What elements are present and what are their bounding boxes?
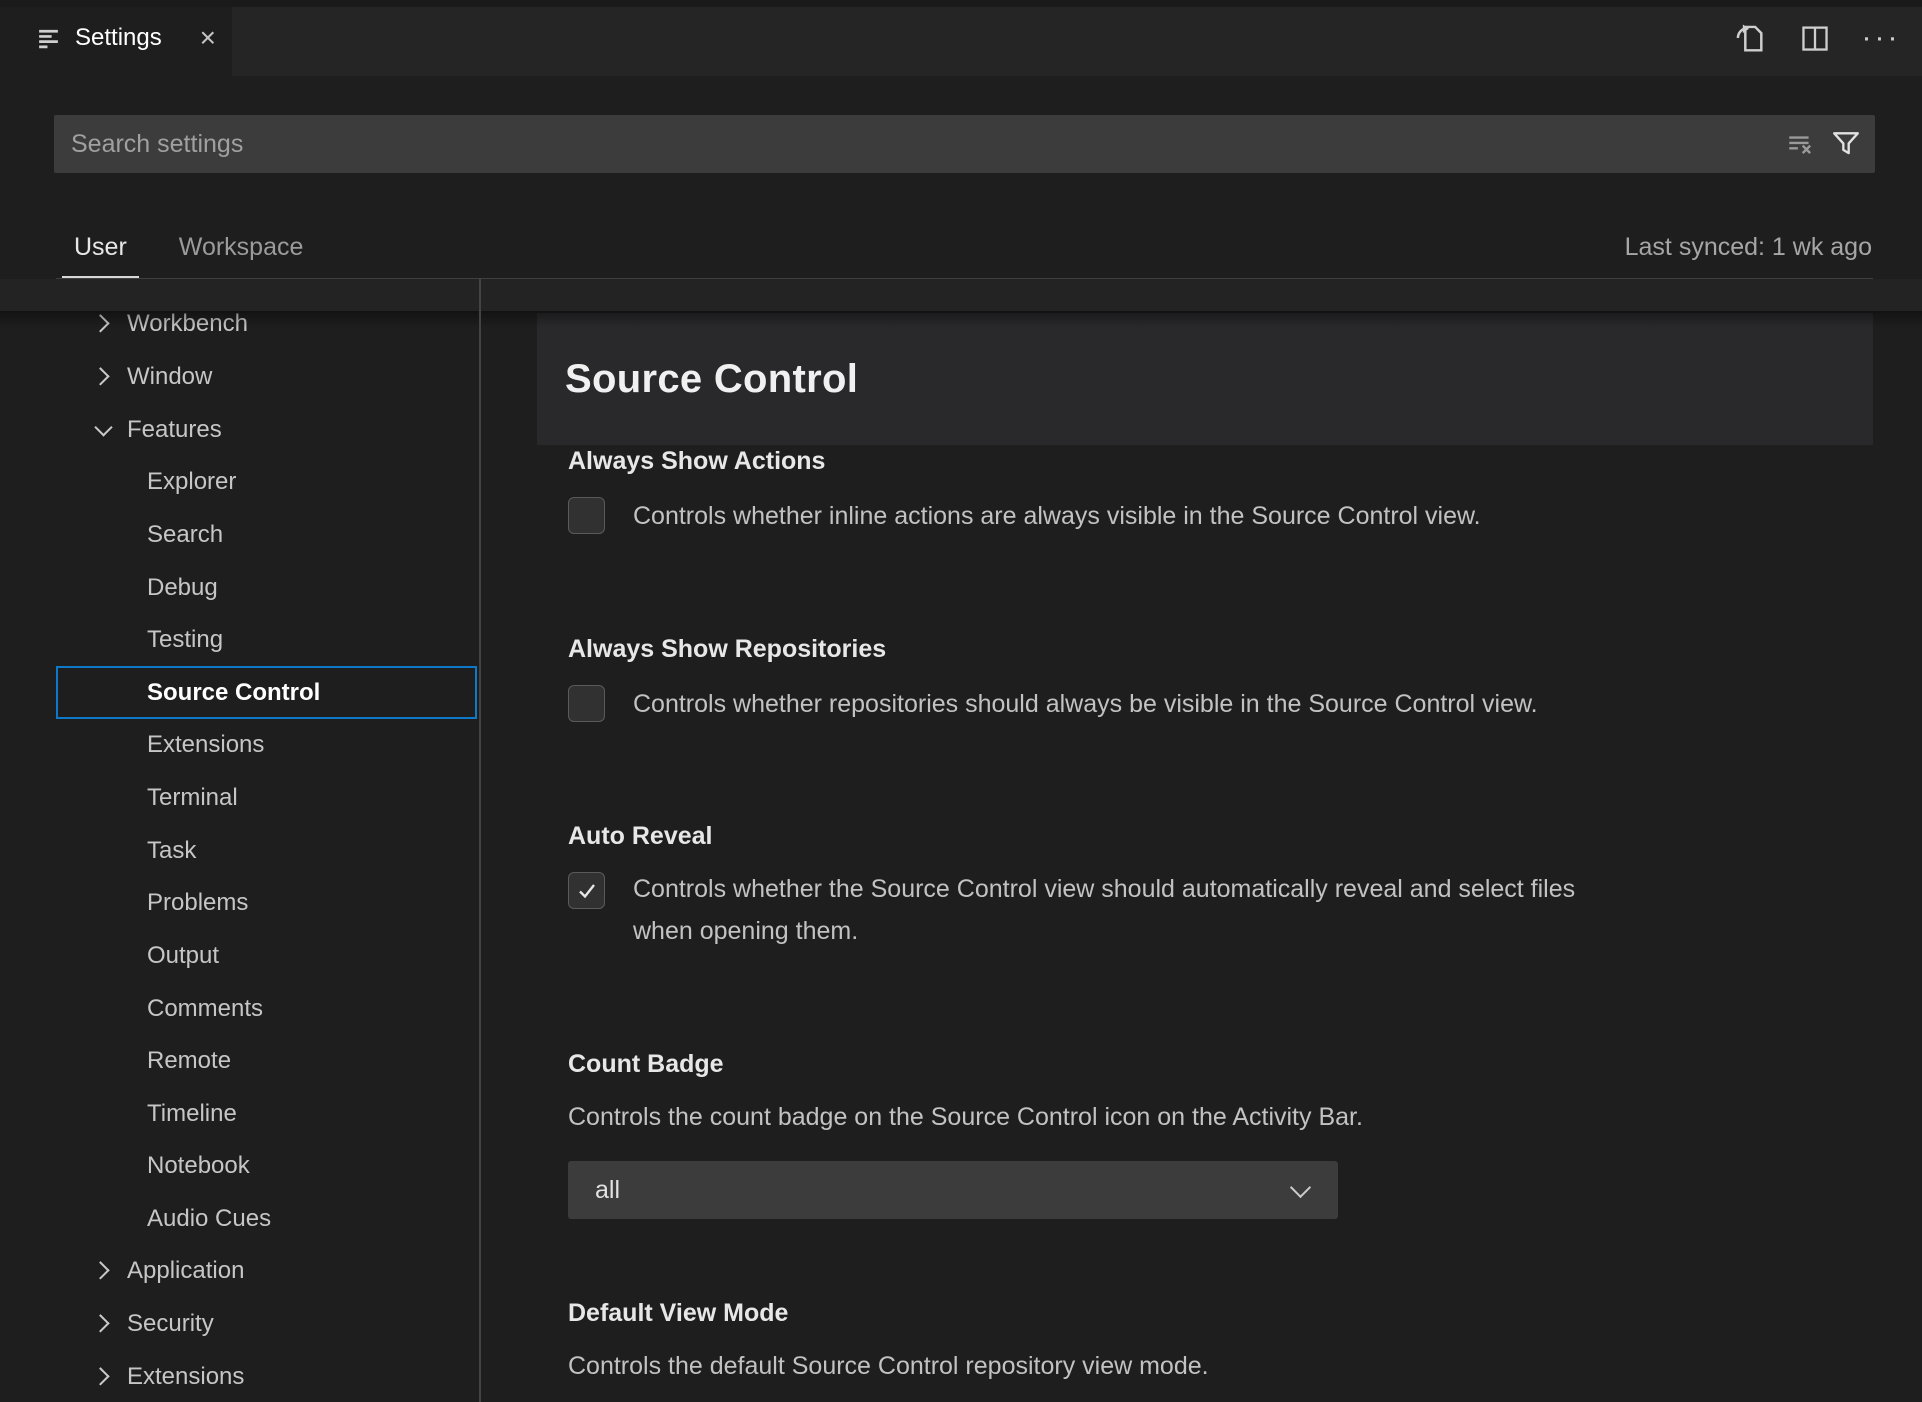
split-editor-icon — [1802, 26, 1828, 51]
sidebar-item-workbench[interactable]: Workbench — [0, 297, 479, 350]
settings-editor-window: Settings × ··· Search settings User Work… — [0, 0, 1922, 1402]
editor-tab-bar: Settings × ··· — [0, 0, 1922, 76]
setting-label-default-view-mode: Default View Mode — [568, 1299, 789, 1327]
sidebar-item-security[interactable]: Security — [0, 1297, 479, 1350]
sidebar-item-timeline[interactable]: Timeline — [0, 1087, 479, 1140]
sidebar-item-source-control[interactable]: Source Control — [56, 666, 477, 719]
checkbox-always-show-repositories[interactable] — [568, 685, 605, 722]
clear-search-filters-icon[interactable] — [1785, 129, 1815, 159]
close-icon[interactable]: × — [200, 24, 216, 52]
open-settings-json-button[interactable] — [1732, 21, 1766, 55]
section-title-band: Source Control — [537, 313, 1873, 445]
setting-desc-always-show-actions: Controls whether inline actions are alwa… — [633, 502, 1481, 530]
sidebar-item-terminal[interactable]: Terminal — [0, 771, 479, 824]
sidebar-item-notebook[interactable]: Notebook — [0, 1139, 479, 1192]
setting-label-auto-reveal: Auto Reveal — [568, 822, 713, 850]
chevron-right-icon[interactable] — [91, 1366, 110, 1386]
ellipsis-icon: ··· — [1861, 21, 1901, 54]
settings-list: Source Control Always Show Actions Contr… — [481, 279, 1922, 1402]
search-actions — [1785, 115, 1861, 173]
sidebar-item-search[interactable]: Search — [0, 508, 479, 561]
sidebar-item-task[interactable]: Task — [0, 824, 479, 877]
setting-desc-count-badge: Controls the count badge on the Source C… — [568, 1103, 1363, 1131]
settings-scope-tabs: User Workspace — [62, 217, 315, 278]
sidebar-item-debug[interactable]: Debug — [0, 561, 479, 614]
chevron-right-icon[interactable] — [91, 313, 110, 333]
chevron-right-icon[interactable] — [91, 1260, 110, 1280]
setting-desc-auto-reveal: Controls whether the Source Control view… — [633, 875, 1576, 945]
settings-list-icon — [39, 29, 58, 48]
sidebar-item-extensions[interactable]: Extensions — [0, 718, 479, 771]
settings-body: Workbench Window Features Explorer Searc… — [0, 279, 1922, 1402]
sidebar-item-testing[interactable]: Testing — [0, 613, 479, 666]
checkbox-auto-reveal[interactable] — [568, 872, 605, 909]
setting-label-always-show-actions: Always Show Actions — [568, 447, 826, 475]
sidebar-item-output[interactable]: Output — [0, 929, 479, 982]
split-editor-button[interactable] — [1798, 21, 1832, 55]
tab-title: Settings — [75, 24, 162, 51]
toc-resize-sash[interactable] — [479, 279, 481, 1402]
count-badge-selected-value: all — [595, 1175, 621, 1204]
sidebar-item-explorer[interactable]: Explorer — [0, 455, 479, 508]
setting-label-always-show-repositories: Always Show Repositories — [568, 635, 887, 663]
sidebar-item-remote[interactable]: Remote — [0, 1034, 479, 1087]
check-icon — [578, 883, 595, 898]
last-synced-label: Last synced: 1 wk ago — [1624, 233, 1872, 261]
window-top-edge — [0, 0, 1922, 7]
search-input[interactable] — [54, 115, 1875, 173]
setting-desc-always-show-repositories: Controls whether repositories should alw… — [633, 690, 1538, 718]
sidebar-item-extensions-root[interactable]: Extensions — [0, 1350, 479, 1402]
settings-tab[interactable]: Settings × — [0, 0, 232, 76]
settings-toc: Workbench Window Features Explorer Searc… — [0, 279, 479, 1402]
tab-user[interactable]: User — [62, 217, 139, 278]
page-title: Source Control — [565, 356, 859, 401]
setting-desc-default-view-mode: Controls the default Source Control repo… — [568, 1352, 1209, 1380]
sidebar-item-problems[interactable]: Problems — [0, 876, 479, 929]
filter-icon[interactable] — [1831, 129, 1861, 159]
search-settings-box — [54, 115, 1875, 173]
chevron-down-icon[interactable] — [94, 417, 113, 437]
chevron-right-icon[interactable] — [91, 1313, 110, 1333]
sidebar-item-audio-cues[interactable]: Audio Cues — [0, 1192, 479, 1245]
chevron-right-icon[interactable] — [91, 366, 110, 386]
checkbox-always-show-actions[interactable] — [568, 497, 605, 534]
sidebar-item-features[interactable]: Features — [0, 403, 479, 456]
tab-workspace[interactable]: Workspace — [167, 217, 316, 278]
sidebar-item-comments[interactable]: Comments — [0, 982, 479, 1035]
count-badge-select[interactable]: all — [568, 1161, 1338, 1219]
editor-actions: ··· — [1732, 7, 1898, 69]
chevron-down-icon — [1289, 1176, 1312, 1199]
sidebar-item-window[interactable]: Window — [0, 350, 479, 403]
setting-label-count-badge: Count Badge — [568, 1050, 724, 1078]
json-file-icon — [1736, 24, 1763, 52]
sidebar-item-application[interactable]: Application — [0, 1244, 479, 1297]
more-actions-button[interactable]: ··· — [1861, 21, 1901, 55]
